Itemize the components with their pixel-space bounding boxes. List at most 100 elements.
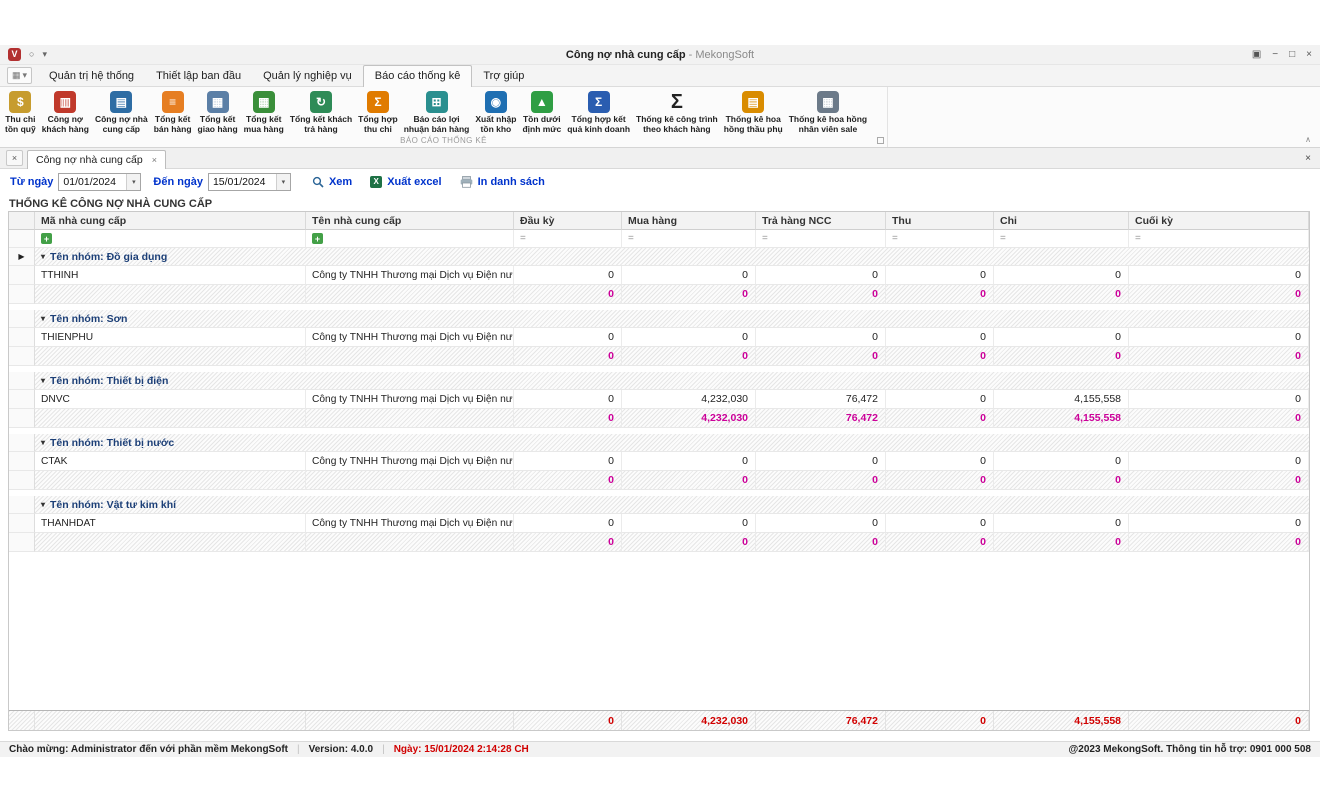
- minimize-icon[interactable]: −: [1272, 49, 1278, 60]
- filter-cell[interactable]: =: [756, 230, 886, 248]
- ribbon-button-label: định mức: [522, 125, 561, 135]
- row-indicator: ▶: [9, 248, 35, 266]
- group-header-cell: ▾Tên nhóm: Thiết bị điện: [35, 372, 1309, 390]
- supplier-debt-icon: ▤: [110, 91, 132, 113]
- grid-total-row: 04,232,03076,47204,155,5580: [9, 710, 1309, 730]
- ribbon-button[interactable]: ▲Tồn dướiđịnh mức: [519, 90, 564, 135]
- close-icon[interactable]: ×: [1306, 49, 1312, 60]
- screen-fit-icon[interactable]: ▣: [1252, 49, 1261, 60]
- subtotal-cell: 0: [886, 347, 994, 366]
- export-excel-button[interactable]: X Xuất excel: [370, 176, 441, 188]
- data-cell: 0: [886, 266, 994, 285]
- group-row[interactable]: ▾Tên nhóm: Thiết bị nước: [9, 434, 1309, 452]
- ribbon-button-label: tồn kho: [481, 125, 512, 135]
- column-header[interactable]: Cuối kỳ: [1129, 212, 1309, 230]
- ribbon-button[interactable]: ΣTổng hợp kếtquả kinh doanh: [564, 90, 633, 135]
- column-header[interactable]: Chi: [994, 212, 1129, 230]
- customer-returns-icon: ↻: [310, 91, 332, 113]
- ribbon-button[interactable]: ≡Tổng kếtbán hàng: [151, 90, 195, 135]
- print-list-button[interactable]: In danh sách: [460, 176, 545, 188]
- document-tab[interactable]: Công nợ nhà cung cấp ×: [27, 150, 166, 169]
- group-row[interactable]: ▶▾Tên nhóm: Đồ gia dụng: [9, 248, 1309, 266]
- empty-cell: [306, 533, 514, 552]
- view-button[interactable]: Xem: [312, 176, 352, 188]
- column-header[interactable]: Tên nhà cung cấp: [306, 212, 514, 230]
- ribbon-button[interactable]: ▦Tổng kếtmua hàng: [241, 90, 287, 135]
- ribbon-button-label: nhuận bán hàng: [404, 125, 470, 135]
- subtotal-cell: 0: [886, 285, 994, 304]
- menu-tab[interactable]: Báo cáo thống kê: [363, 65, 473, 87]
- to-date-combobox[interactable]: 15/01/2024 ▾: [208, 173, 291, 191]
- group-subtotal-row: 000000: [9, 285, 1309, 304]
- menu-launcher-button[interactable]: ▦ ▾: [7, 67, 32, 84]
- window-controls: ▣−□ ×: [1252, 45, 1312, 64]
- ribbon-dialog-launcher-icon[interactable]: [877, 137, 884, 144]
- maximize-icon[interactable]: □: [1289, 49, 1295, 60]
- separator: |: [297, 744, 300, 755]
- project-stats-icon: Σ: [666, 91, 688, 113]
- filter-cell[interactable]: +: [35, 230, 306, 248]
- filter-cell[interactable]: =: [886, 230, 994, 248]
- ribbon-button-label: giao hàng: [198, 125, 238, 135]
- data-cell: 0: [994, 328, 1129, 347]
- data-row[interactable]: THIENPHUCông ty TNHH Thương mại Dịch vụ …: [9, 328, 1309, 347]
- group-header-cell: ▾Tên nhóm: Vật tư kim khí: [35, 496, 1309, 514]
- row-indicator: [9, 496, 35, 514]
- ribbon-button-label: trả hàng: [304, 125, 338, 135]
- collapse-ribbon-icon[interactable]: ∧: [1305, 135, 1311, 144]
- subtotal-cell: 0: [994, 533, 1129, 552]
- toolbar-circle-icon[interactable]: ○: [29, 48, 34, 61]
- data-row[interactable]: TTHINHCông ty TNHH Thương mại Dịch vụ Đi…: [9, 266, 1309, 285]
- column-header[interactable]: Mã nhà cung cấp: [35, 212, 306, 230]
- ribbon-button[interactable]: ▤Công nợ nhàcung cấp: [92, 90, 151, 135]
- column-header[interactable]: Mua hàng: [622, 212, 756, 230]
- filter-cell[interactable]: =: [622, 230, 756, 248]
- ribbon-button[interactable]: ▥Công nợkhách hàng: [39, 90, 92, 135]
- subcontractor-commission-icon: ▤: [742, 91, 764, 113]
- chevron-down-icon[interactable]: ▾: [126, 174, 140, 190]
- group-row[interactable]: ▾Tên nhóm: Thiết bị điện: [9, 372, 1309, 390]
- ribbon-button[interactable]: ΣTổng hợpthu chi: [355, 90, 401, 135]
- window-title-suffix: - MekongSoft: [689, 49, 754, 61]
- column-header[interactable]: Trả hàng NCC: [756, 212, 886, 230]
- menu-tab[interactable]: Thiết lập ban đầu: [145, 66, 252, 86]
- filter-cell[interactable]: =: [1129, 230, 1309, 248]
- close-active-tab-button[interactable]: ×: [1305, 153, 1311, 164]
- group-row[interactable]: ▾Tên nhóm: Sơn: [9, 310, 1309, 328]
- data-row[interactable]: DNVCCông ty TNHH Thương mại Dịch vụ Điện…: [9, 390, 1309, 409]
- group-row[interactable]: ▾Tên nhóm: Vật tư kim khí: [9, 496, 1309, 514]
- toolbar-caret-icon[interactable]: ▾: [42, 48, 47, 61]
- chevron-down-icon[interactable]: ▾: [276, 174, 290, 190]
- ribbon-button[interactable]: ▦Tổng kếtgiao hàng: [195, 90, 241, 135]
- supplier-name-cell: Công ty TNHH Thương mại Dịch vụ Điện nướ…: [306, 514, 514, 533]
- data-row[interactable]: THANHDATCông ty TNHH Thương mại Dịch vụ …: [9, 514, 1309, 533]
- menu-tab[interactable]: Quản trị hệ thống: [38, 66, 145, 86]
- empty-cell: [306, 711, 514, 730]
- app-logo-icon[interactable]: V: [8, 48, 21, 61]
- column-header[interactable]: Đầu kỳ: [514, 212, 622, 230]
- column-header[interactable]: Thu: [886, 212, 994, 230]
- from-date-combobox[interactable]: 01/01/2024 ▾: [58, 173, 141, 191]
- ribbon-button[interactable]: ◉Xuất nhậptồn kho: [472, 90, 519, 135]
- to-date-label: Đến ngày: [153, 176, 203, 188]
- filter-cell[interactable]: =: [514, 230, 622, 248]
- grand-total-cell: 4,232,030: [622, 711, 756, 730]
- ribbon-button[interactable]: ▤Thống kê hoahồng thầu phụ: [721, 90, 786, 135]
- business-result-icon: Σ: [588, 91, 610, 113]
- ribbon-button[interactable]: ↻Tổng kết kháchtrả hàng: [287, 90, 355, 135]
- close-document-button[interactable]: ×: [6, 150, 23, 166]
- filter-cell[interactable]: +: [306, 230, 514, 248]
- data-row[interactable]: CTAKCông ty TNHH Thương mại Dịch vụ Điện…: [9, 452, 1309, 471]
- sales-summary-icon: ≡: [162, 91, 184, 113]
- menu-tab[interactable]: Quản lý nghiệp vụ: [252, 66, 363, 86]
- ribbon-button[interactable]: ▦Thống kê hoa hồngnhân viên sale: [786, 90, 870, 135]
- ribbon-button[interactable]: ⊞Báo cáo lợinhuận bán hàng: [401, 90, 473, 135]
- income-expense-icon: Σ: [367, 91, 389, 113]
- menu-tab[interactable]: Trợ giúp: [472, 66, 535, 86]
- ribbon-button[interactable]: $Thu chitồn quỹ: [2, 90, 39, 135]
- tab-close-icon[interactable]: ×: [152, 155, 157, 165]
- empty-cell: [35, 409, 306, 428]
- support-text: @2023 MekongSoft. Thông tin hỗ trợ: 0901…: [1069, 744, 1311, 755]
- ribbon-button[interactable]: ΣThống kê công trìnhtheo khách hàng: [633, 90, 721, 135]
- filter-cell[interactable]: =: [994, 230, 1129, 248]
